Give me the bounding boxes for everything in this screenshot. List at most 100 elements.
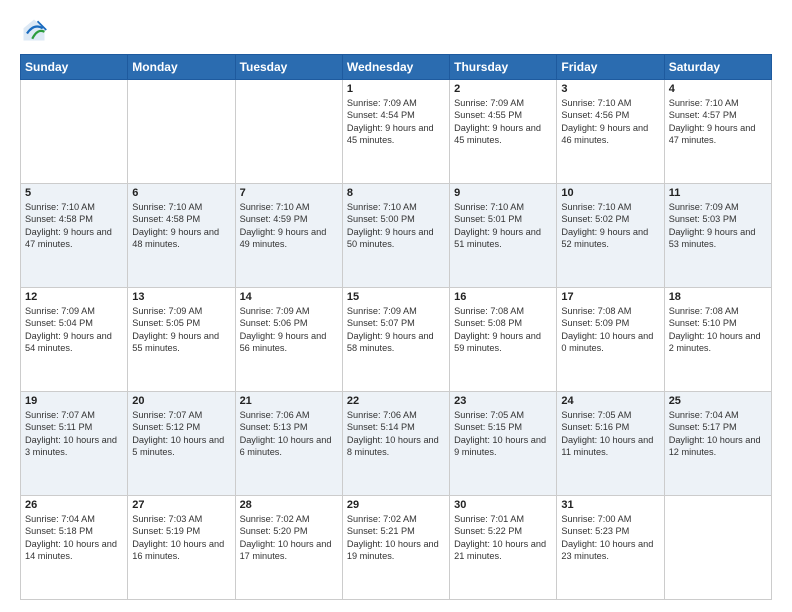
day-number: 31	[561, 499, 659, 511]
day-number: 7	[240, 187, 338, 199]
day-cell: 8Sunrise: 7:10 AM Sunset: 5:00 PM Daylig…	[342, 184, 449, 288]
logo	[20, 16, 52, 44]
day-info: Sunrise: 7:05 AM Sunset: 5:15 PM Dayligh…	[454, 409, 552, 459]
day-cell: 3 Sunrise: 7:10 AM Sunset: 4:56 PM Daylig…	[557, 80, 664, 184]
week-row-4: 19Sunrise: 7:07 AM Sunset: 5:11 PM Dayli…	[21, 392, 772, 496]
day-cell: 22 Sunrise: 7:06 AM Sunset: 5:14 PM Dayli…	[342, 392, 449, 496]
day-cell: 5 Sunrise: 7:10 AM Sunset: 4:58 PM Daylig…	[21, 184, 128, 288]
day-number: 5	[25, 187, 123, 199]
day-info: Sunrise: 7:10 AM Sunset: 4:59 PM Dayligh…	[240, 201, 338, 251]
day-info: Sunrise: 7:06 AM Sunset: 5:14 PM Dayligh…	[347, 409, 445, 459]
day-cell: 12 Sunrise: 7:09 AM Sunset: 5:04 PM Dayli…	[21, 288, 128, 392]
day-number: 11	[669, 187, 767, 199]
day-info: Sunrise: 7:09 AM Sunset: 5:07 PM Dayligh…	[347, 305, 445, 355]
day-number: 9	[454, 187, 552, 199]
day-cell: 16 Sunrise: 7:08 AM Sunset: 5:08 PM Dayli…	[450, 288, 557, 392]
day-number: 27	[132, 499, 230, 511]
day-info: Sunrise: 7:09 AM Sunset: 4:55 PM Dayligh…	[454, 97, 552, 147]
day-number: 25	[669, 395, 767, 407]
day-info: Sunrise: 7:09 AM Sunset: 5:05 PM Dayligh…	[132, 305, 230, 355]
day-info: Sunrise: 7:10 AM Sunset: 4:58 PM Dayligh…	[25, 201, 123, 251]
header	[20, 16, 772, 44]
day-info: Sunrise: 7:08 AM Sunset: 5:09 PM Dayligh…	[561, 305, 659, 355]
day-number: 21	[240, 395, 338, 407]
day-cell: 10 Sunrise: 7:10 AM Sunset: 5:02 PM Dayli…	[557, 184, 664, 288]
day-number: 15	[347, 291, 445, 303]
day-info: Sunrise: 7:09 AM Sunset: 5:06 PM Dayligh…	[240, 305, 338, 355]
day-info: Sunrise: 7:02 AM Sunset: 5:21 PM Dayligh…	[347, 513, 445, 563]
day-number: 28	[240, 499, 338, 511]
day-number: 6	[132, 187, 230, 199]
day-cell: 19Sunrise: 7:07 AM Sunset: 5:11 PM Dayli…	[21, 392, 128, 496]
day-cell: 24Sunrise: 7:05 AM Sunset: 5:16 PM Dayli…	[557, 392, 664, 496]
day-number: 4	[669, 83, 767, 95]
day-cell: 21 Sunrise: 7:06 AM Sunset: 5:13 PM Dayli…	[235, 392, 342, 496]
day-info: Sunrise: 7:02 AM Sunset: 5:20 PM Dayligh…	[240, 513, 338, 563]
day-info: Sunrise: 7:10 AM Sunset: 4:57 PM Dayligh…	[669, 97, 767, 147]
day-number: 22	[347, 395, 445, 407]
day-header-wednesday: Wednesday	[342, 55, 449, 80]
day-header-sunday: Sunday	[21, 55, 128, 80]
day-number: 29	[347, 499, 445, 511]
day-number: 1	[347, 83, 445, 95]
day-cell: 1 Sunrise: 7:09 AM Sunset: 4:54 PM Daylig…	[342, 80, 449, 184]
day-info: Sunrise: 7:05 AM Sunset: 5:16 PM Dayligh…	[561, 409, 659, 459]
day-number: 14	[240, 291, 338, 303]
day-cell: 25 Sunrise: 7:04 AM Sunset: 5:17 PM Dayli…	[664, 392, 771, 496]
week-row-1: 1 Sunrise: 7:09 AM Sunset: 4:54 PM Daylig…	[21, 80, 772, 184]
day-info: Sunrise: 7:09 AM Sunset: 5:03 PM Dayligh…	[669, 201, 767, 251]
day-number: 3	[561, 83, 659, 95]
day-info: Sunrise: 7:09 AM Sunset: 5:04 PM Dayligh…	[25, 305, 123, 355]
day-cell: 27Sunrise: 7:03 AM Sunset: 5:19 PM Dayli…	[128, 496, 235, 600]
day-number: 13	[132, 291, 230, 303]
day-info: Sunrise: 7:04 AM Sunset: 5:18 PM Dayligh…	[25, 513, 123, 563]
day-info: Sunrise: 7:01 AM Sunset: 5:22 PM Dayligh…	[454, 513, 552, 563]
day-info: Sunrise: 7:10 AM Sunset: 5:01 PM Dayligh…	[454, 201, 552, 251]
day-info: Sunrise: 7:09 AM Sunset: 4:54 PM Dayligh…	[347, 97, 445, 147]
day-cell: 2 Sunrise: 7:09 AM Sunset: 4:55 PM Daylig…	[450, 80, 557, 184]
day-number: 26	[25, 499, 123, 511]
day-cell: 23 Sunrise: 7:05 AM Sunset: 5:15 PM Dayli…	[450, 392, 557, 496]
day-number: 30	[454, 499, 552, 511]
day-info: Sunrise: 7:10 AM Sunset: 4:58 PM Dayligh…	[132, 201, 230, 251]
day-cell: 28 Sunrise: 7:02 AM Sunset: 5:20 PM Dayli…	[235, 496, 342, 600]
day-cell: 9 Sunrise: 7:10 AM Sunset: 5:01 PM Daylig…	[450, 184, 557, 288]
day-cell	[664, 496, 771, 600]
week-row-3: 12 Sunrise: 7:09 AM Sunset: 5:04 PM Dayli…	[21, 288, 772, 392]
day-cell: 6 Sunrise: 7:10 AM Sunset: 4:58 PM Daylig…	[128, 184, 235, 288]
day-cell: 29 Sunrise: 7:02 AM Sunset: 5:21 PM Dayli…	[342, 496, 449, 600]
calendar-table: SundayMondayTuesdayWednesdayThursdayFrid…	[20, 54, 772, 600]
day-info: Sunrise: 7:07 AM Sunset: 5:11 PM Dayligh…	[25, 409, 123, 459]
day-cell: 20Sunrise: 7:07 AM Sunset: 5:12 PM Dayli…	[128, 392, 235, 496]
day-cell: 14 Sunrise: 7:09 AM Sunset: 5:06 PM Dayli…	[235, 288, 342, 392]
day-header-monday: Monday	[128, 55, 235, 80]
day-header-thursday: Thursday	[450, 55, 557, 80]
day-info: Sunrise: 7:04 AM Sunset: 5:17 PM Dayligh…	[669, 409, 767, 459]
day-number: 12	[25, 291, 123, 303]
day-cell: 7 Sunrise: 7:10 AM Sunset: 4:59 PM Daylig…	[235, 184, 342, 288]
day-number: 20	[132, 395, 230, 407]
week-row-5: 26 Sunrise: 7:04 AM Sunset: 5:18 PM Dayli…	[21, 496, 772, 600]
day-header-saturday: Saturday	[664, 55, 771, 80]
day-number: 18	[669, 291, 767, 303]
day-info: Sunrise: 7:10 AM Sunset: 4:56 PM Dayligh…	[561, 97, 659, 147]
day-info: Sunrise: 7:08 AM Sunset: 5:08 PM Dayligh…	[454, 305, 552, 355]
day-info: Sunrise: 7:06 AM Sunset: 5:13 PM Dayligh…	[240, 409, 338, 459]
day-cell: 18 Sunrise: 7:08 AM Sunset: 5:10 PM Dayli…	[664, 288, 771, 392]
day-number: 23	[454, 395, 552, 407]
day-cell: 26 Sunrise: 7:04 AM Sunset: 5:18 PM Dayli…	[21, 496, 128, 600]
day-info: Sunrise: 7:10 AM Sunset: 5:00 PM Dayligh…	[347, 201, 445, 251]
day-cell: 15 Sunrise: 7:09 AM Sunset: 5:07 PM Dayli…	[342, 288, 449, 392]
day-info: Sunrise: 7:08 AM Sunset: 5:10 PM Dayligh…	[669, 305, 767, 355]
day-cell	[21, 80, 128, 184]
day-header-row: SundayMondayTuesdayWednesdayThursdayFrid…	[21, 55, 772, 80]
day-cell: 4 Sunrise: 7:10 AM Sunset: 4:57 PM Daylig…	[664, 80, 771, 184]
day-number: 16	[454, 291, 552, 303]
day-info: Sunrise: 7:00 AM Sunset: 5:23 PM Dayligh…	[561, 513, 659, 563]
day-info: Sunrise: 7:10 AM Sunset: 5:02 PM Dayligh…	[561, 201, 659, 251]
day-number: 17	[561, 291, 659, 303]
day-number: 2	[454, 83, 552, 95]
week-row-2: 5 Sunrise: 7:10 AM Sunset: 4:58 PM Daylig…	[21, 184, 772, 288]
day-number: 10	[561, 187, 659, 199]
day-cell	[235, 80, 342, 184]
